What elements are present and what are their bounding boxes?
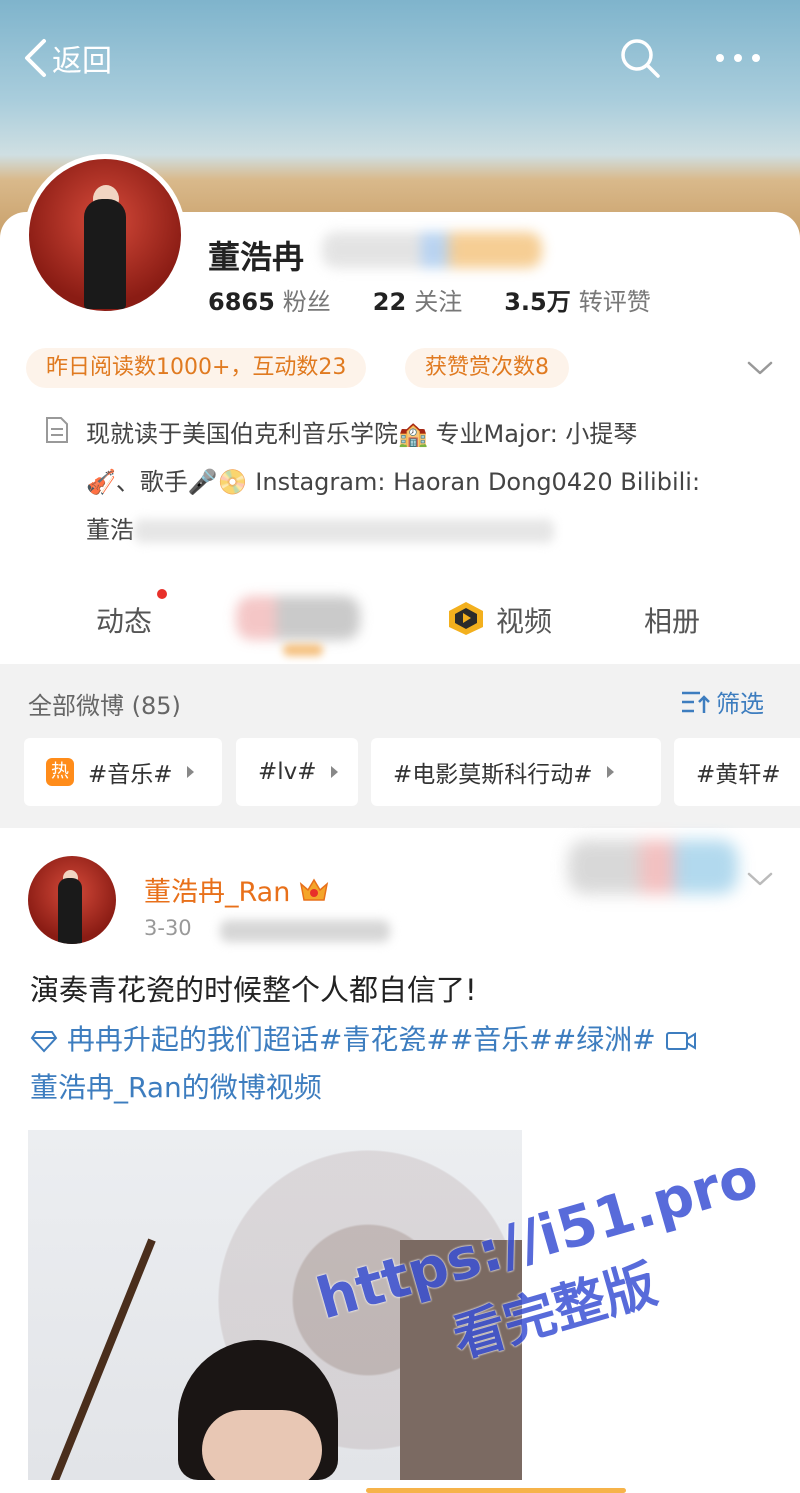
filter-icon: [682, 691, 710, 713]
avatar-figure: [58, 878, 82, 944]
back-button[interactable]: 返回: [22, 36, 112, 80]
back-label: 返回: [52, 44, 112, 79]
hot-badge: 热: [46, 758, 74, 786]
post-badge-blurred: [568, 840, 738, 894]
chevron-left-icon: [25, 39, 46, 77]
post-avatar[interactable]: [28, 856, 116, 944]
tab-video[interactable]: 视频: [496, 600, 552, 640]
profile-stats: 6865 粉丝 22 关注 3.5万 转评赞: [208, 282, 693, 317]
bio-line: 🎻、歌手🎤📀 Instagram: Haoran Dong0420 Bilibi…: [86, 468, 701, 496]
more-icon[interactable]: [712, 36, 764, 80]
unread-dot: [157, 589, 167, 599]
tab-indicator-blurred: [283, 644, 323, 656]
vip-crown-icon: [300, 878, 329, 901]
reward-stats-pill[interactable]: 获赞赏次数8: [405, 348, 569, 388]
violin-bow: [50, 1238, 156, 1480]
avatar-figure: [84, 199, 126, 309]
tab-blurred[interactable]: [236, 596, 360, 640]
stat-following[interactable]: 22 关注: [373, 282, 462, 317]
bio-line: 现就读于美国伯克利音乐学院🏫 专业Major: 小提琴: [86, 420, 638, 448]
bio-blurred-text: [134, 519, 554, 543]
video-link[interactable]: 董浩冉_Ran的微博视频: [30, 1071, 322, 1104]
top-bar: 返回: [0, 0, 800, 115]
post-topics[interactable]: 冉冉升起的我们超话#青花瓷##音乐##绿洲# 董浩冉_Ran的微博视频: [30, 1016, 780, 1112]
topic-chip[interactable]: #电影莫斯科行动#: [371, 738, 661, 806]
feed-count: 全部微博 (85): [28, 692, 181, 720]
post-author[interactable]: 董浩冉_Ran: [144, 870, 330, 909]
name-suffix-blurred: [322, 232, 542, 268]
chevron-down-icon[interactable]: [744, 868, 776, 890]
profile-avatar[interactable]: [24, 154, 186, 316]
video-link-icon: [665, 1032, 696, 1050]
tab-album[interactable]: 相册: [644, 600, 700, 640]
super-topic-icon: [30, 1031, 58, 1053]
triangle-right-icon: [330, 766, 338, 778]
stat-reposts[interactable]: 3.5万 转评赞: [504, 282, 651, 317]
reading-stats-pill[interactable]: 昨日阅读数1000+，互动数23: [26, 348, 367, 388]
triangle-right-icon: [186, 766, 194, 778]
triangle-right-icon: [606, 766, 614, 778]
search-icon[interactable]: [618, 36, 662, 80]
person-face: [202, 1410, 322, 1480]
document-icon: [46, 417, 68, 443]
video-tab-icon: [449, 602, 483, 635]
topic-chip[interactable]: 热 #音乐#: [24, 738, 222, 806]
profile-bio[interactable]: 现就读于美国伯克利音乐学院🏫 专业Major: 小提琴 🎻、歌手🎤📀 Insta…: [86, 410, 766, 554]
filter-button[interactable]: 筛选: [680, 684, 764, 719]
tab-feed[interactable]: 动态: [96, 600, 152, 640]
post-source-blurred: [220, 920, 390, 942]
profile-name: 董浩冉: [208, 238, 305, 276]
topic-chip[interactable]: #lv#: [236, 738, 358, 806]
stat-followers[interactable]: 6865 粉丝: [208, 282, 331, 317]
topic-chip[interactable]: #黄轩#: [674, 738, 800, 806]
bio-line-last: 董浩: [86, 506, 766, 554]
post-date: 3-30: [144, 916, 192, 940]
chevron-down-icon[interactable]: [744, 356, 776, 380]
bottom-indicator: [366, 1488, 626, 1493]
post-text: 演奏青花瓷的时候整个人都自信了!: [30, 973, 477, 1007]
